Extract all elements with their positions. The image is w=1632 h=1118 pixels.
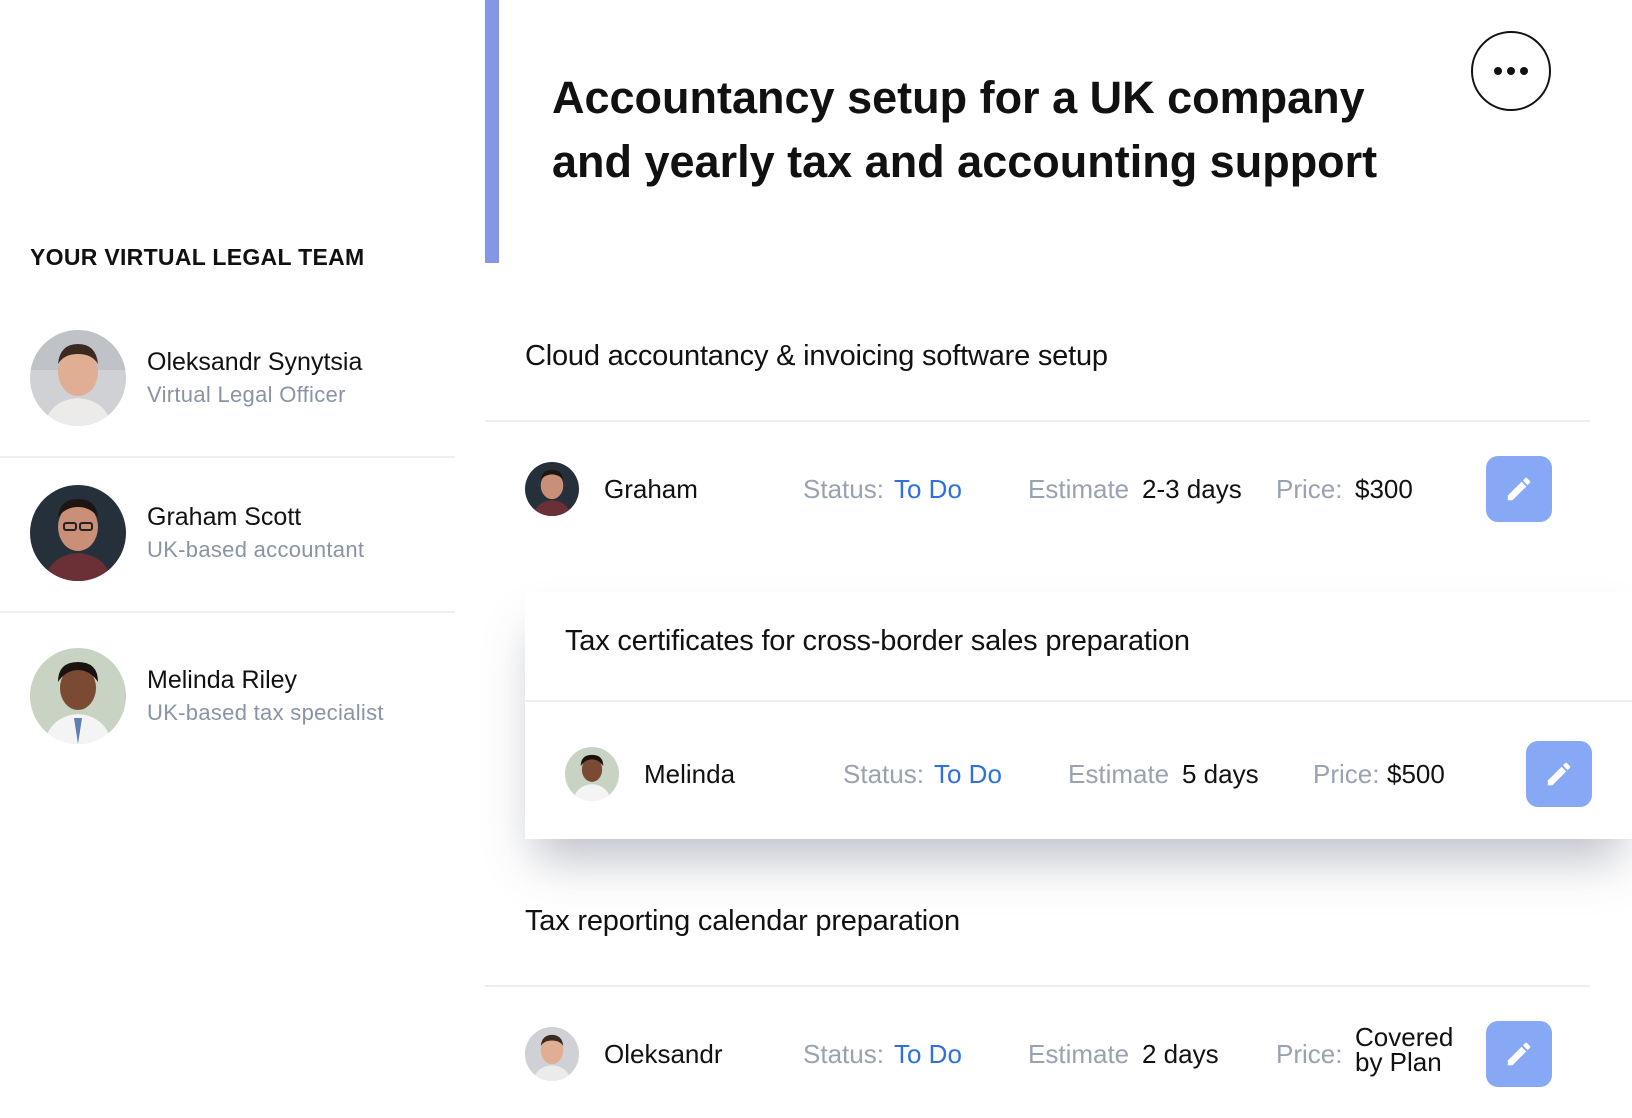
- price-value: $500: [1387, 759, 1445, 789]
- price-label: Price:: [1276, 474, 1343, 504]
- member-name: Oleksandr Synytsia: [147, 348, 363, 376]
- avatar: [30, 485, 126, 581]
- price-label: Price:: [1313, 759, 1380, 789]
- estimate-value: 5 days: [1182, 759, 1259, 789]
- edit-button[interactable]: [1486, 456, 1552, 522]
- estimate-value: 2 days: [1142, 1039, 1219, 1069]
- edit-button[interactable]: [1526, 741, 1592, 807]
- page-title: Accountancy setup for a UK company and y…: [552, 72, 1378, 187]
- task-title: Tax reporting calendar preparation: [525, 905, 960, 937]
- status-value: To Do: [894, 1039, 962, 1069]
- avatar: [525, 462, 579, 516]
- page: YOUR VIRTUAL LEGAL TEAM Oleksandr Synyts…: [0, 0, 1632, 1118]
- divider: [0, 456, 455, 458]
- estimate-label: Estimate: [1028, 1039, 1130, 1069]
- task-card: Tax reporting calendar preparation Oleks…: [485, 905, 1590, 1115]
- pencil-icon: [1507, 1042, 1531, 1066]
- status-value: To Do: [894, 474, 962, 504]
- member-role: UK-based tax specialist: [147, 700, 384, 725]
- task-card-highlighted: Tax certificates for cross-border sales …: [525, 592, 1632, 839]
- team-member-graham[interactable]: Graham Scott UK-based accountant: [0, 485, 455, 645]
- member-name: Melinda Riley: [147, 666, 298, 694]
- divider: [485, 420, 1590, 422]
- divider: [525, 700, 1632, 702]
- member-role: UK-based accountant: [147, 537, 365, 562]
- price-label: Price:: [1276, 1039, 1343, 1069]
- assignee-name: Oleksandr: [604, 1039, 723, 1069]
- status-label: Status:: [843, 759, 924, 789]
- divider: [0, 611, 455, 613]
- more-horizontal-icon: [1494, 67, 1528, 75]
- status-value: To Do: [934, 759, 1002, 789]
- accent-bar: [485, 0, 499, 263]
- avatar: [30, 330, 126, 426]
- more-options-button[interactable]: [1471, 31, 1551, 111]
- status-label: Status:: [803, 1039, 884, 1069]
- avatar: [525, 1027, 579, 1081]
- member-role: Virtual Legal Officer: [147, 382, 346, 407]
- pencil-icon: [1547, 762, 1571, 786]
- price-value: $300: [1355, 474, 1413, 504]
- avatar: [30, 648, 126, 744]
- edit-button[interactable]: [1486, 1021, 1552, 1087]
- assignee-name: Graham: [604, 474, 698, 504]
- task-title: Tax certificates for cross-border sales …: [565, 625, 1190, 657]
- team-member-melinda[interactable]: Melinda Riley UK-based tax specialist: [0, 648, 455, 808]
- price-value: Covered by Plan: [1355, 1022, 1454, 1077]
- status-label: Status:: [803, 474, 884, 504]
- member-name: Graham Scott: [147, 503, 302, 531]
- task-card: Cloud accountancy & invoicing software s…: [485, 340, 1590, 550]
- estimate-value: 2-3 days: [1142, 474, 1242, 504]
- team-member-oleksandr[interactable]: Oleksandr Synytsia Virtual Legal Officer: [0, 330, 455, 490]
- avatar: [565, 747, 619, 801]
- divider: [485, 985, 1590, 987]
- estimate-label: Estimate: [1028, 474, 1130, 504]
- estimate-label: Estimate: [1068, 759, 1170, 789]
- task-title: Cloud accountancy & invoicing software s…: [525, 340, 1108, 372]
- pencil-icon: [1507, 477, 1531, 501]
- assignee-name: Melinda: [644, 759, 736, 789]
- team-heading: YOUR VIRTUAL LEGAL TEAM: [30, 244, 365, 270]
